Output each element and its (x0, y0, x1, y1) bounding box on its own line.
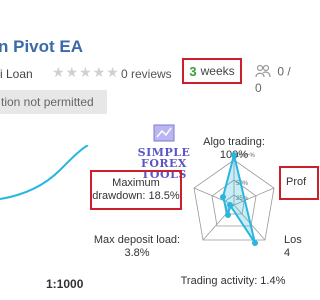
page-title: n Pivot EA (0, 37, 84, 56)
max-drawdown-label: Maximum (112, 177, 160, 189)
loss-label: Los 4 (284, 234, 302, 260)
profit-box: Prof (279, 166, 319, 200)
author-name[interactable]: i Loan (0, 67, 33, 81)
age-badge: 3 weeks (182, 58, 242, 84)
radar-point-drawdown (220, 194, 226, 200)
loss-label-text: Los (284, 234, 302, 246)
profit-label: Prof (286, 176, 307, 188)
radar-chart: 100+% 50% 25% (193, 152, 275, 246)
users-icon (255, 64, 271, 81)
reviews-link[interactable]: 0 reviews (121, 67, 172, 81)
tick-100: 100+% (236, 153, 256, 159)
subscribers-count: 0 / 0 (255, 64, 300, 95)
weeks-count: 3 (189, 63, 197, 79)
radar-point-loss (252, 240, 258, 246)
radar-series (221, 154, 256, 244)
growth-curve (0, 145, 89, 200)
radar-point-deposit (225, 212, 231, 218)
rating-stars: ★★★★★ (52, 64, 120, 80)
watermark-icon (153, 124, 175, 142)
radar-point-algo (231, 152, 237, 158)
trading-activity-label: Trading activity: 1.4% (180, 275, 286, 287)
weeks-unit: weeks (200, 64, 235, 78)
max-drawdown-value: drawdown: 18.5% (92, 190, 180, 202)
loss-label-value: 4 (284, 247, 291, 259)
max-drawdown-box: Maximum drawdown: 18.5% (90, 170, 182, 210)
leverage-value: 1:1000 (46, 277, 84, 291)
max-deposit-label: Max deposit load: (93, 234, 181, 246)
radar-point-activity (227, 202, 233, 208)
max-deposit-value: 3.8% (124, 247, 150, 259)
max-deposit-load: Max deposit load: 3.8% (92, 234, 182, 260)
permission-notice: tion not permitted (0, 90, 107, 114)
